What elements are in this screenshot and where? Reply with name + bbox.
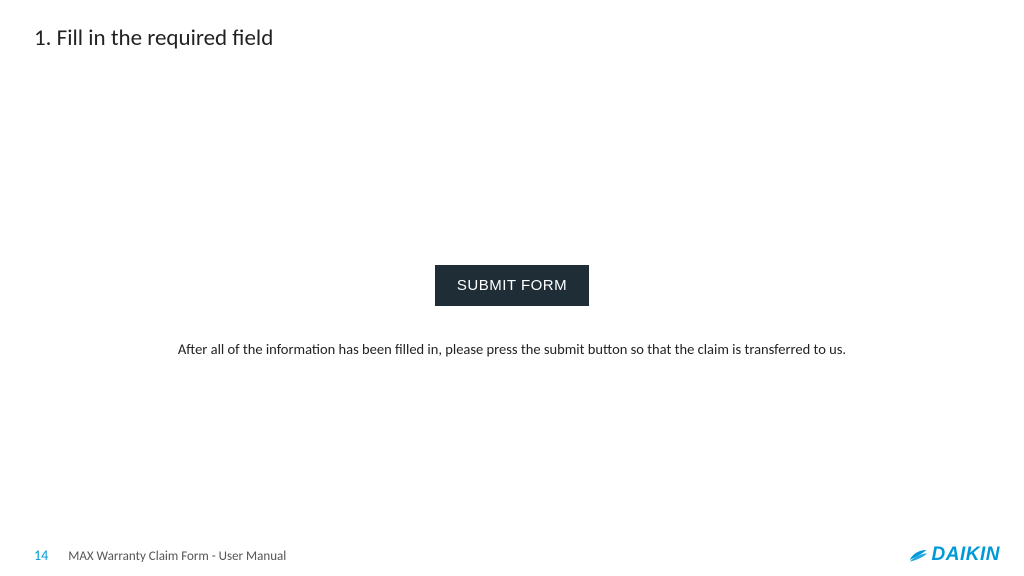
daikin-swoosh-icon [908, 545, 928, 565]
brand-name: DAIKIN [932, 544, 1000, 566]
section-heading: 1. Fill in the required field [34, 24, 273, 52]
main-content: SUBMIT FORM After all of the information… [0, 265, 1024, 358]
submit-form-button[interactable]: SUBMIT FORM [435, 265, 589, 306]
brand-logo: DAIKIN [908, 544, 1000, 566]
footer: 14 MAX Warranty Claim Form - User Manual [34, 547, 286, 564]
instruction-text: After all of the information has been fi… [0, 340, 1024, 358]
footer-doc-title: MAX Warranty Claim Form - User Manual [68, 549, 286, 564]
page-number: 14 [34, 547, 48, 564]
